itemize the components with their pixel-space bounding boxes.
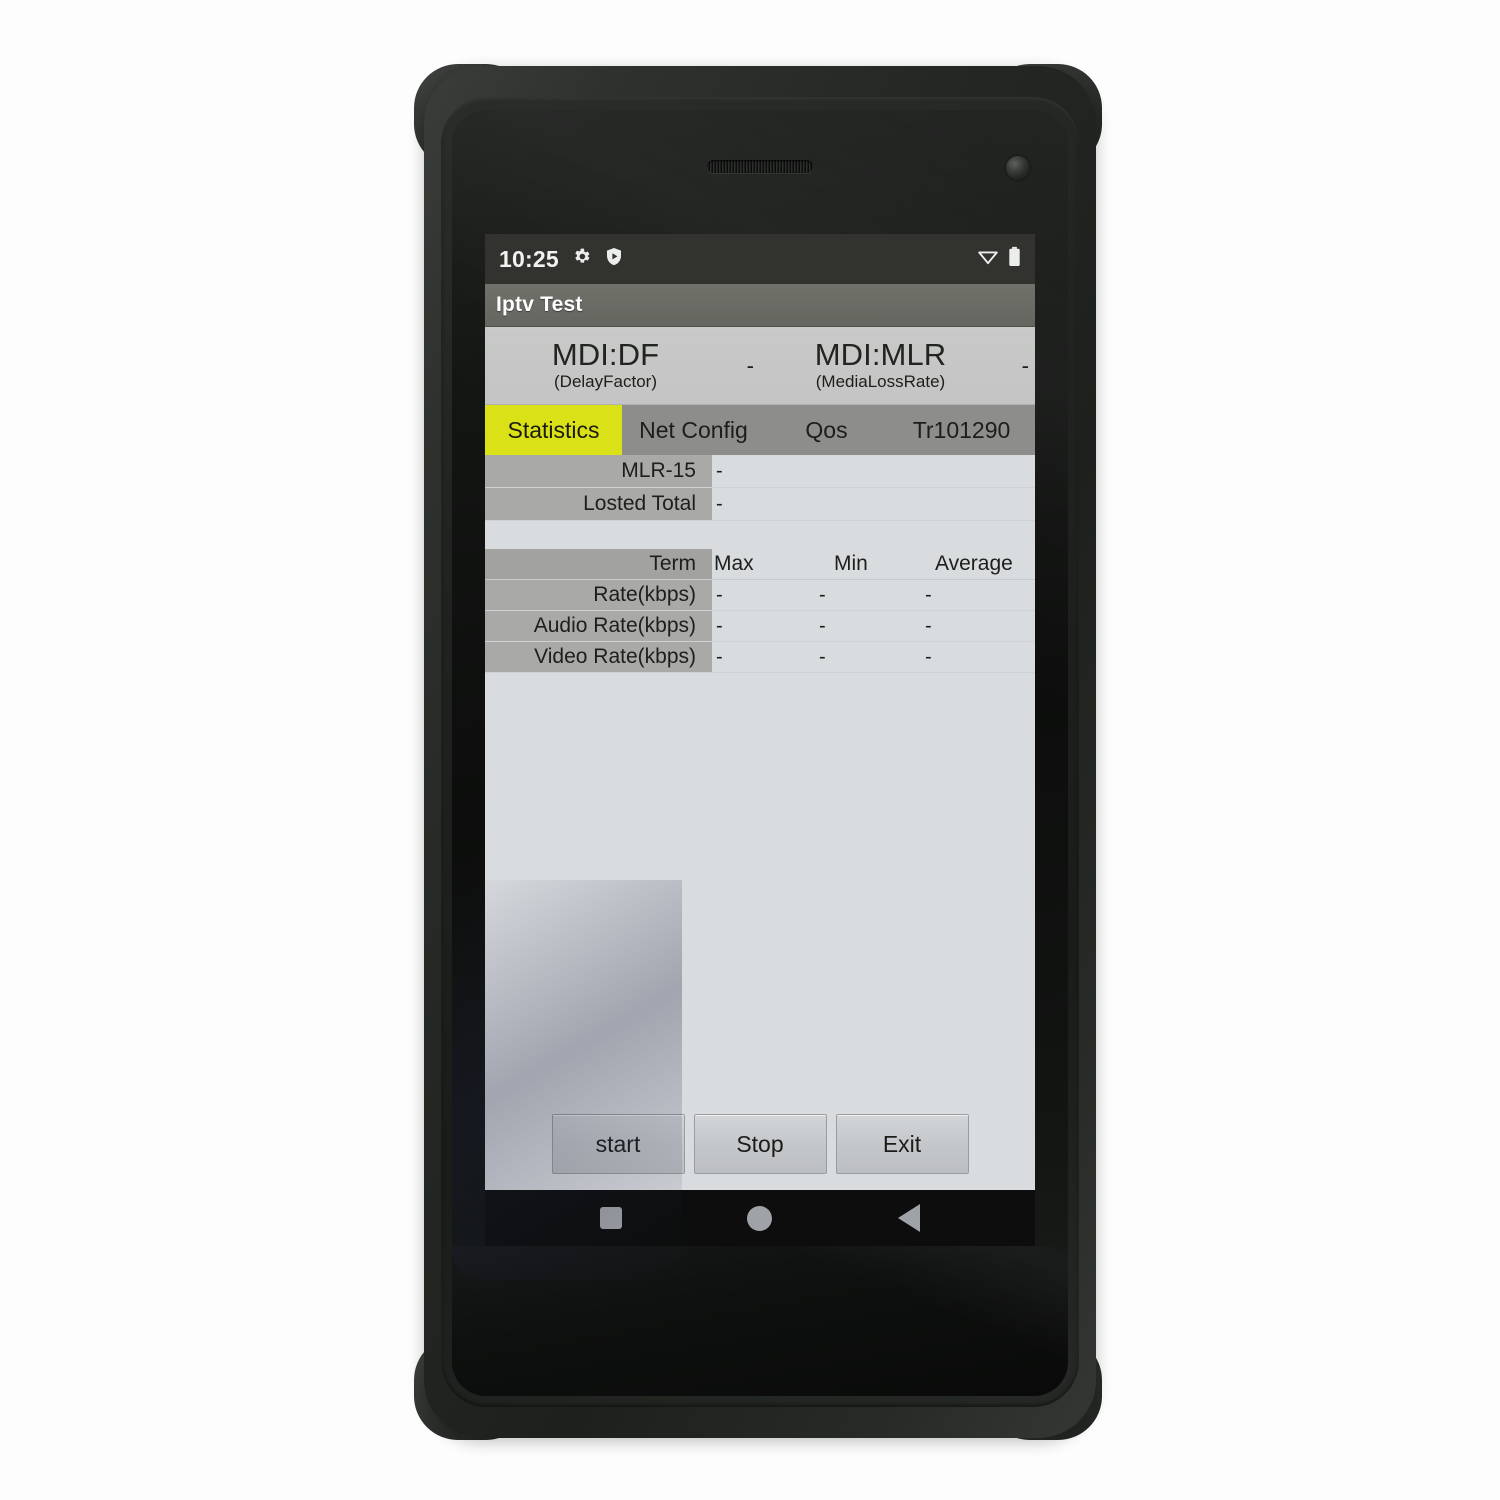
mdi-mlr-block: MDI:MLR (MediaLossRate) - [760,327,1035,404]
triangle-left-icon [897,1204,920,1232]
summary-value-mlr15: - [712,455,1035,487]
front-camera-icon [1006,156,1030,180]
exit-button-label: Exit [882,1130,922,1157]
rate-rate-min: - [816,580,920,610]
status-bar-right-group [977,246,1021,272]
mdi-mlr-subtitle: (MediaLossRate) [815,372,946,392]
rate-term-video: Video Rate(kbps) [485,642,712,672]
start-button[interactable]: start [551,1114,685,1174]
home-button[interactable] [731,1198,789,1238]
wifi-icon [977,247,999,271]
rate-rate-average: - [920,580,1035,610]
back-button[interactable] [880,1198,938,1238]
action-button-bar: start Stop Exit [485,1104,1035,1190]
summary-value-losted-total: - [712,488,1035,520]
rate-header-min: Min [816,549,920,579]
mdi-header-panel: MDI:DF (DelayFactor) - MDI:MLR (MediaLos… [485,327,1035,405]
stop-button[interactable]: Stop [693,1114,827,1174]
device-screen: 10:25 Iptv Test MDI:DF (DelayFactor) - M… [485,234,1035,1246]
start-button-label: start [595,1130,641,1157]
table-spacer [485,521,1035,549]
table-row: Video Rate(kbps) - - - [485,642,1035,673]
summary-table: MLR-15 - Losted Total - [485,455,1035,521]
rate-table: Term Max Min Average Rate(kbps) - - - Au… [485,549,1035,673]
rate-audio-average: - [920,611,1035,641]
rate-table-header-row: Term Max Min Average [485,549,1035,580]
circle-icon [747,1205,773,1231]
mdi-df-subtitle: (DelayFactor) [554,372,657,392]
square-icon [600,1207,623,1229]
status-clock: 10:25 [499,245,559,272]
app-title: Iptv Test [496,293,583,316]
rate-audio-max: - [712,611,816,641]
mdi-df-name: MDI:DF [551,336,660,372]
mdi-df-block: MDI:DF (DelayFactor) - [485,327,760,404]
tab-tr101290-label: Tr101290 [912,416,1011,443]
rate-header-average: Average [920,549,1035,579]
android-status-bar: 10:25 [485,234,1035,284]
battery-icon [1008,246,1021,272]
tab-qos[interactable]: Qos [765,405,888,455]
android-nav-bar [485,1190,1035,1246]
rate-term-audio: Audio Rate(kbps) [485,611,712,641]
tab-net-config[interactable]: Net Config [622,405,765,455]
recents-button[interactable] [582,1198,640,1238]
rate-video-min: - [816,642,920,672]
mdi-mlr-name: MDI:MLR [814,336,947,372]
tab-net-config-label: Net Config [639,416,748,443]
speaker-grille-icon [707,160,813,173]
rate-video-max: - [712,642,816,672]
table-row: Rate(kbps) - - - [485,580,1035,611]
play-protect-shield-icon [604,246,624,272]
tab-tr101290[interactable]: Tr101290 [888,405,1035,455]
tab-statistics-label: Statistics [507,416,600,443]
empty-content-area [485,673,1035,1104]
rate-term-rate: Rate(kbps) [485,580,712,610]
mdi-mlr-value: - [1021,352,1029,378]
stop-button-label: Stop [736,1130,784,1157]
rate-header-term: Term [485,549,712,579]
tab-bar: Statistics Net Config Qos Tr101290 [485,405,1035,455]
rate-rate-max: - [712,580,816,610]
status-bar-left-group: 10:25 [499,246,624,273]
screenshot-stage: 10:25 Iptv Test MDI:DF (DelayFactor) - M… [0,0,1500,1500]
rate-header-max: Max [712,549,816,579]
exit-button[interactable]: Exit [835,1114,969,1174]
table-row: Losted Total - [485,488,1035,521]
rate-audio-min: - [816,611,920,641]
table-row: MLR-15 - [485,455,1035,488]
mdi-df-value: - [746,352,754,378]
tab-qos-label: Qos [805,416,848,443]
rate-video-average: - [920,642,1035,672]
summary-label-losted-total: Losted Total [485,488,712,520]
gear-icon [571,246,592,272]
summary-label-mlr15: MLR-15 [485,455,712,487]
table-row: Audio Rate(kbps) - - - [485,611,1035,642]
app-action-bar: Iptv Test [485,284,1035,327]
tab-statistics[interactable]: Statistics [485,405,622,455]
